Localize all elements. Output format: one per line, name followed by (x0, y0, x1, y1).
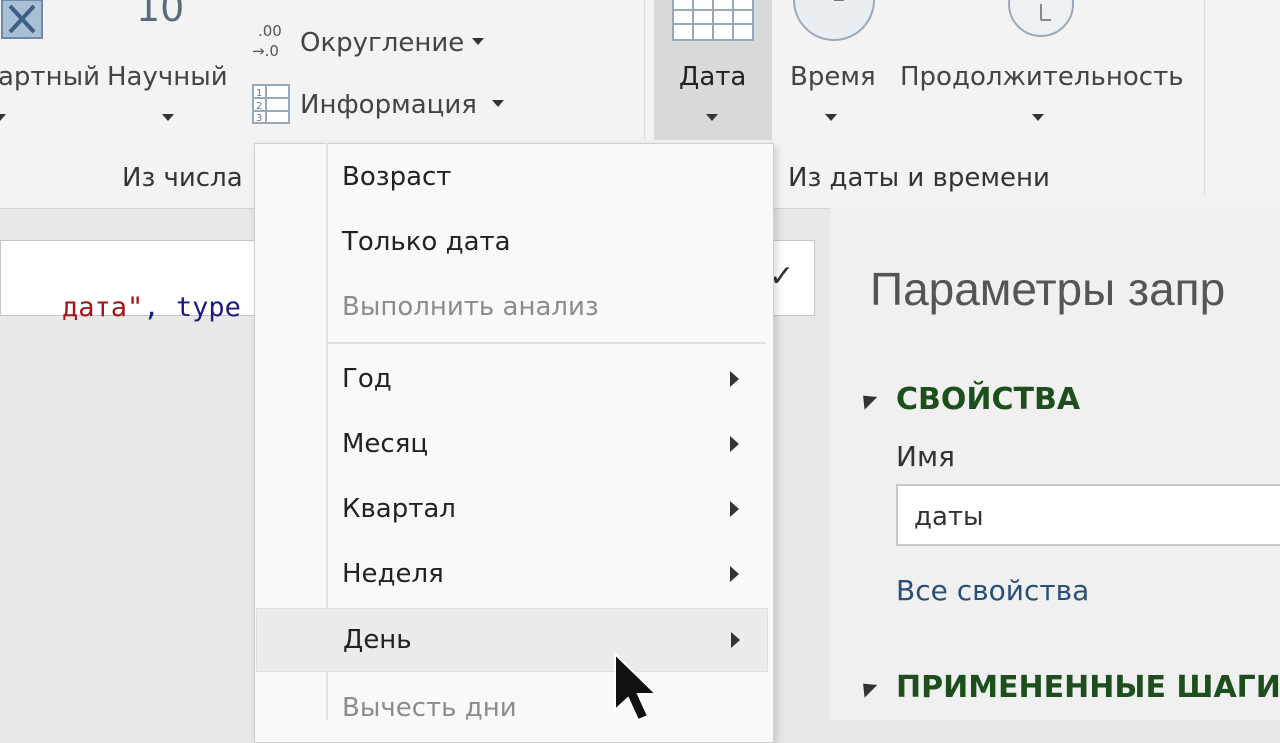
clock-icon (792, 0, 876, 44)
chevron-down-icon (162, 114, 174, 121)
chevron-down-icon (492, 100, 504, 107)
submenu-arrow-icon (730, 501, 739, 517)
time-label: Время (790, 62, 876, 92)
standard-button[interactable]: артный (0, 62, 100, 92)
menu-item-age[interactable]: Возраст (256, 145, 768, 209)
information-icon: 1 2 3 (252, 84, 290, 124)
menu-item-label: Год (342, 364, 392, 394)
menu-item-label: Вычесть дни (342, 693, 517, 723)
rounding-label: Округление (300, 28, 465, 58)
submenu-arrow-icon (730, 566, 739, 582)
svg-text:1: 1 (256, 88, 262, 99)
menu-separator (328, 342, 766, 344)
name-label: Имя (896, 440, 955, 473)
information-button[interactable]: Информация (300, 90, 477, 120)
formula-text[interactable]: дата", type da (0, 261, 290, 354)
menu-item-label: Только дата (342, 227, 511, 257)
chevron-down-icon (1032, 114, 1044, 121)
chevron-down-icon (825, 114, 837, 121)
ribbon-separator (644, 0, 645, 140)
mouse-cursor-icon (612, 651, 668, 722)
menu-item-label: День (343, 625, 412, 655)
group-label-from-datetime: Из даты и времени (788, 163, 1050, 193)
submenu-arrow-icon (730, 371, 739, 387)
standard-label: артный (0, 62, 101, 92)
menu-item-label: Месяц (342, 429, 429, 459)
scientific-icon: 10 (136, 0, 185, 30)
menu-item-label: Квартал (342, 494, 456, 524)
formula-string: дата" (62, 292, 144, 323)
date-button[interactable]: Дата (654, 0, 772, 140)
collapse-triangle-icon[interactable] (856, 389, 878, 410)
menu-item-day[interactable]: День (256, 608, 768, 672)
query-settings-title: Параметры запр (870, 263, 1226, 315)
formula-keyword: , type (143, 292, 258, 323)
rounding-button[interactable]: Округление (300, 28, 464, 58)
scientific-button[interactable]: Научный (107, 62, 228, 92)
scientific-label: Научный (107, 62, 228, 92)
submenu-arrow-icon (730, 436, 739, 452)
menu-item-label: Возраст (342, 162, 452, 192)
date-label: Дата (679, 62, 747, 92)
menu-item-year[interactable]: Год (256, 347, 768, 411)
chevron-down-icon (706, 114, 718, 121)
menu-item-quarter[interactable]: Квартал (256, 477, 768, 541)
menu-item-subtract-days[interactable]: Вычесть дни (256, 676, 768, 740)
duration-button[interactable]: Продолжительность (900, 62, 1184, 92)
chevron-down-icon (472, 38, 484, 45)
group-label-from-number: Из числа (122, 163, 243, 193)
menu-item-week[interactable]: Неделя (256, 542, 768, 606)
properties-header[interactable]: СВОЙСТВА (896, 382, 1080, 417)
collapse-triangle-icon[interactable] (856, 677, 878, 698)
time-button[interactable]: Время (790, 62, 876, 92)
svg-text:2: 2 (256, 101, 262, 112)
query-settings-pane: Параметры запр СВОЙСТВА Имя даты Все сво… (830, 208, 1280, 720)
information-label: Информация (300, 90, 477, 120)
chevron-down-icon (0, 114, 6, 121)
applied-steps-header[interactable]: ПРИМЕНЕННЫЕ ШАГИ (896, 670, 1280, 705)
submenu-arrow-icon (731, 632, 740, 648)
duration-label: Продолжительность (900, 62, 1184, 92)
menu-item-month[interactable]: Месяц (256, 412, 768, 476)
menu-item-parse[interactable]: Выполнить анализ (256, 275, 768, 339)
name-field[interactable]: даты (896, 484, 1280, 546)
rounding-icon: .00 →.0 (250, 20, 294, 64)
menu-item-label: Выполнить анализ (342, 292, 599, 322)
calendar-icon (672, 0, 754, 44)
menu-item-date-only[interactable]: Только дата (256, 210, 768, 274)
all-properties-link[interactable]: Все свойства (896, 574, 1089, 607)
svg-text:.00: .00 (258, 22, 282, 40)
name-value: даты (914, 502, 984, 532)
svg-text:3: 3 (256, 113, 262, 124)
svg-text:→.0: →.0 (252, 42, 279, 60)
ribbon-separator (1204, 0, 1205, 196)
standard-icon (0, 0, 44, 40)
stopwatch-icon (1006, 0, 1076, 40)
menu-item-label: Неделя (342, 559, 444, 589)
